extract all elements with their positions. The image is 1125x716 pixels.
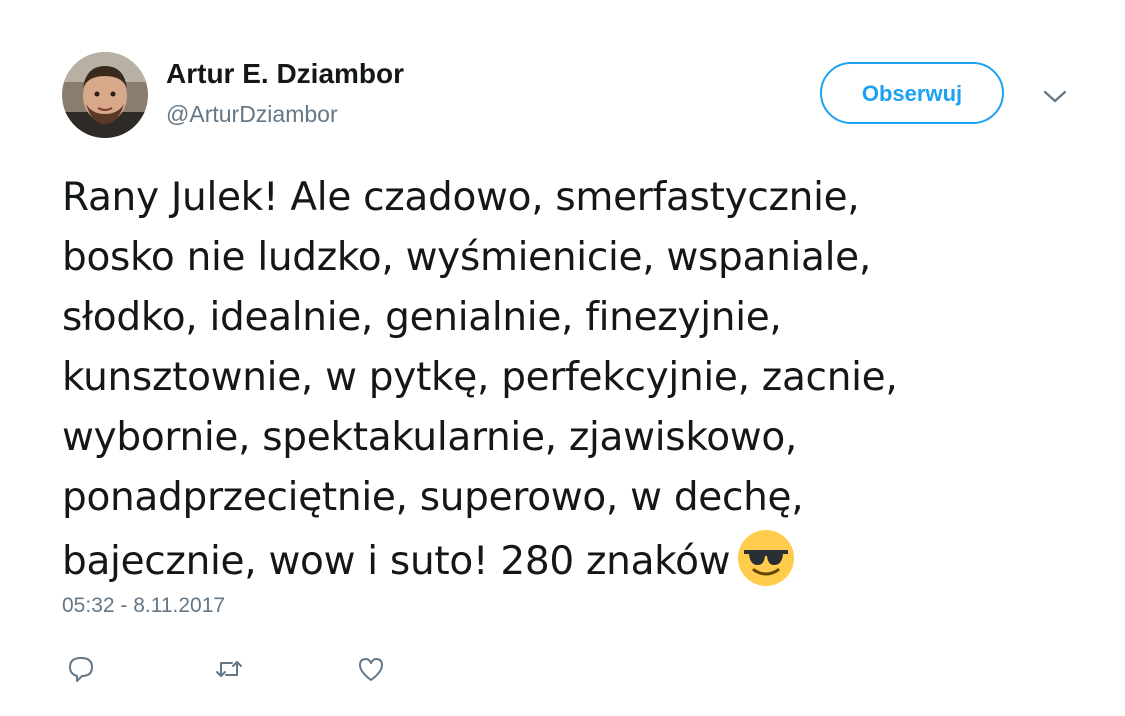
retweet-icon[interactable] xyxy=(214,654,244,684)
like-icon[interactable] xyxy=(356,654,386,684)
tweet-text-line: kunsztownie, w pytkę, perfekcyjnie, zacn… xyxy=(62,355,898,400)
tweet-text-line: bajecznie, wow i suto! 280 znaków xyxy=(62,539,731,584)
tweet-text: Rany Julek! Ale czadowo, smerfastycznie,… xyxy=(62,168,1072,592)
author-display-name[interactable]: Artur E. Dziambor xyxy=(166,58,404,90)
avatar[interactable] xyxy=(62,52,148,138)
tweet-text-line: Rany Julek! Ale czadowo, smerfastycznie, xyxy=(62,175,860,220)
tweet-timestamp[interactable]: 05:32 - 8.11.2017 xyxy=(62,594,225,618)
tweet-text-line: ponadprzeciętnie, superowo, w dechę, xyxy=(62,475,804,520)
follow-button[interactable]: Obserwuj xyxy=(820,62,1004,124)
tweet-text-line: wybornie, spektakularnie, zjawiskowo, xyxy=(62,415,798,460)
sunglasses-emoji-icon xyxy=(736,528,796,588)
avatar-image xyxy=(62,52,148,138)
tweet-text-line: bosko nie ludzko, wyśmienicie, wspaniale… xyxy=(62,235,871,280)
reply-icon[interactable] xyxy=(66,654,96,684)
tweet-text-line: słodko, idealnie, genialnie, finezyjnie, xyxy=(62,295,782,340)
author-handle[interactable]: @ArturDziambor xyxy=(166,101,338,128)
tweet-text-line-last: bajecznie, wow i suto! 280 znaków xyxy=(62,528,1072,592)
chevron-down-icon[interactable] xyxy=(1040,84,1070,108)
